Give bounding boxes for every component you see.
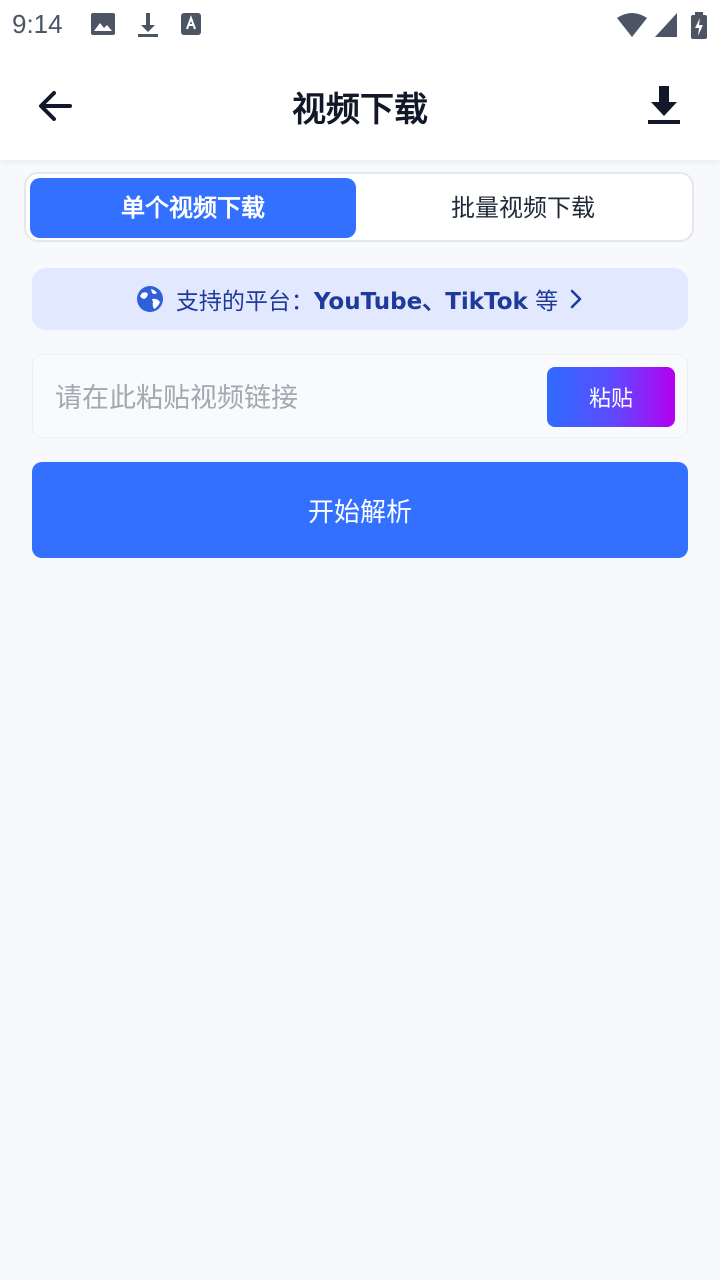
start-parse-button[interactable]: 开始解析 bbox=[32, 462, 688, 558]
platform-suffix: 等 bbox=[527, 289, 559, 315]
status-bar: 9:14 bbox=[0, 0, 720, 50]
paste-button[interactable]: 粘贴 bbox=[547, 367, 675, 427]
keyboard-a-icon bbox=[181, 13, 201, 35]
platform-text: 支持的平台：YouTube、TikTok 等 bbox=[176, 282, 558, 316]
download-icon bbox=[138, 13, 158, 37]
image-icon bbox=[91, 13, 115, 35]
app-bar: 视频下载 bbox=[0, 50, 720, 160]
wifi-icon bbox=[617, 13, 647, 37]
battery-charging-icon bbox=[691, 12, 707, 39]
video-url-input[interactable] bbox=[53, 375, 537, 421]
tab-batch-download[interactable]: 批量视频下载 bbox=[360, 178, 686, 238]
url-input-container: 粘贴 bbox=[32, 354, 688, 438]
chevron-right-icon bbox=[570, 289, 582, 309]
signal-icon bbox=[655, 13, 677, 37]
platform-list: YouTube、TikTok bbox=[313, 289, 528, 315]
tab-bar: 单个视频下载 批量视频下载 bbox=[24, 172, 694, 242]
platform-banner[interactable]: 支持的平台：YouTube、TikTok 等 bbox=[32, 268, 688, 330]
page-title: 视频下载 bbox=[292, 90, 428, 130]
status-time: 9:14 bbox=[12, 9, 63, 39]
globe-icon bbox=[136, 286, 163, 312]
download-icon[interactable] bbox=[644, 80, 684, 132]
tab-single-download[interactable]: 单个视频下载 bbox=[30, 178, 356, 238]
platform-prefix: 支持的平台： bbox=[175, 289, 314, 315]
